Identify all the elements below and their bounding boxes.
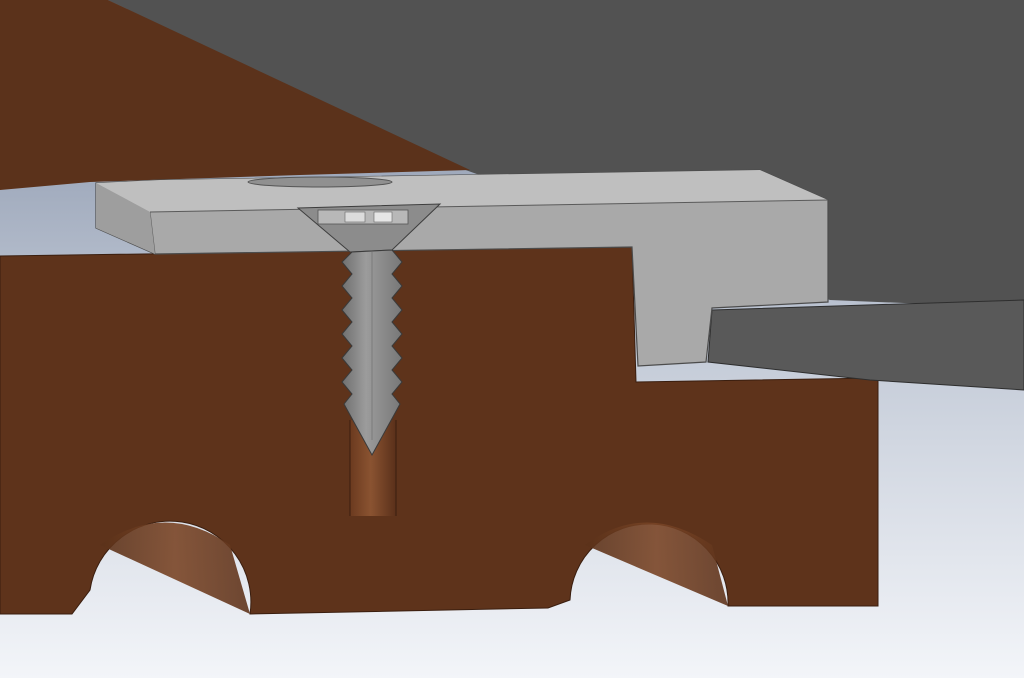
cad-section-view [0, 0, 1024, 678]
clip-slot [247, 176, 393, 188]
cad-viewport [0, 0, 1024, 678]
